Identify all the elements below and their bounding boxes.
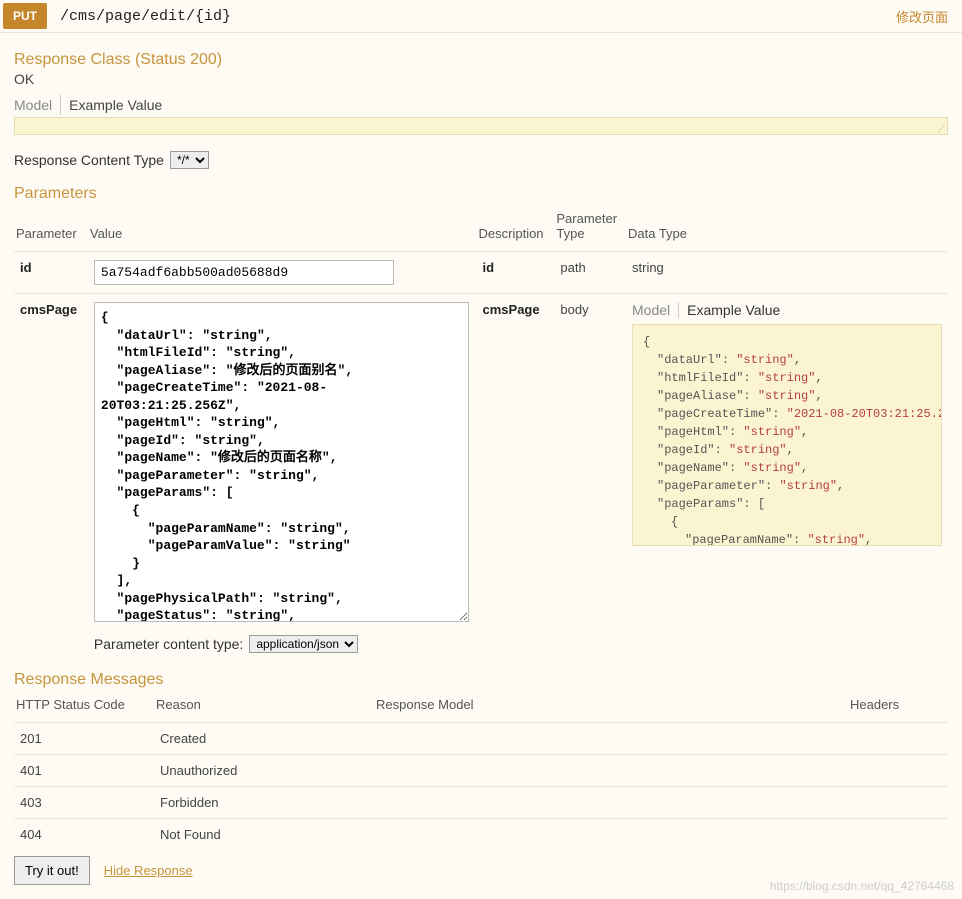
param-description: cmsPage (477, 294, 555, 662)
table-row: 401Unauthorized (14, 755, 948, 787)
response-headers (848, 819, 948, 851)
response-class-tabs: Model Example Value (14, 95, 948, 115)
th-parameter: Parameter (14, 207, 88, 252)
response-model (374, 723, 848, 755)
param-text-input[interactable] (94, 260, 394, 285)
tab-model[interactable]: Model (14, 95, 60, 115)
operation-header[interactable]: PUT /cms/page/edit/{id} 修改页面 (0, 0, 962, 33)
status-code: 403 (14, 787, 154, 819)
endpoint-path: /cms/page/edit/{id} (50, 2, 896, 31)
param-data-type: string (626, 252, 948, 294)
endpoint-summary: 修改页面 (896, 7, 962, 26)
reason: Unauthorized (154, 755, 374, 787)
status-code: 404 (14, 819, 154, 851)
hide-response-link[interactable]: Hide Response (104, 863, 193, 878)
method-badge: PUT (3, 3, 47, 29)
response-content-type-select[interactable]: */* (170, 151, 209, 169)
th-parameter-type: Parameter Type (554, 207, 626, 252)
table-row: cmsPage Parameter content type: applicatio… (14, 294, 948, 662)
th-value: Value (88, 207, 477, 252)
param-value-cell: Parameter content type: application/json (88, 294, 477, 662)
footer-row: Try it out! Hide Response (14, 856, 948, 885)
parameter-content-type-row: Parameter content type: application/json (94, 635, 471, 653)
th-data-type: Data Type (626, 207, 948, 252)
status-code: 201 (14, 723, 154, 755)
response-class-title: Response Class (Status 200) (14, 51, 948, 69)
parameters-table: Parameter Value Description Parameter Ty… (14, 207, 948, 661)
tab-example-value[interactable]: Example Value (60, 95, 170, 115)
response-content-type-row: Response Content Type */* (14, 151, 948, 169)
parameters-heading: Parameters (14, 185, 948, 203)
parameter-content-type-select[interactable]: application/json (249, 635, 358, 653)
response-messages-heading: Response Messages (14, 671, 948, 689)
th-status-code: HTTP Status Code (14, 693, 154, 723)
tab-model[interactable]: Model (632, 302, 678, 318)
response-messages-table: HTTP Status Code Reason Response Model H… (14, 693, 948, 850)
param-type: body (554, 294, 626, 662)
th-response-model: Response Model (374, 693, 848, 723)
table-row: 201Created (14, 723, 948, 755)
response-headers (848, 723, 948, 755)
table-row: ididpathstring (14, 252, 948, 294)
th-headers: Headers (848, 693, 948, 723)
reason: Created (154, 723, 374, 755)
th-description: Description (477, 207, 555, 252)
response-model (374, 819, 848, 851)
param-name: cmsPage (14, 294, 88, 662)
tab-example-value[interactable]: Example Value (678, 302, 788, 318)
param-type: path (554, 252, 626, 294)
try-it-out-button[interactable]: Try it out! (14, 856, 90, 885)
response-example-box[interactable] (14, 117, 948, 135)
table-row: 404Not Found (14, 819, 948, 851)
reason: Forbidden (154, 787, 374, 819)
reason: Not Found (154, 819, 374, 851)
table-row: 403Forbidden (14, 787, 948, 819)
response-headers (848, 787, 948, 819)
datatype-tabs: ModelExample Value (632, 302, 942, 318)
status-code: 401 (14, 755, 154, 787)
param-name: id (14, 252, 88, 294)
response-model (374, 787, 848, 819)
datatype-example-box[interactable]: {"dataUrl": "string","htmlFileId": "stri… (632, 324, 942, 546)
th-reason: Reason (154, 693, 374, 723)
param-description: id (477, 252, 555, 294)
param-value-cell (88, 252, 477, 294)
response-ok: OK (14, 71, 948, 87)
parameter-content-type-label: Parameter content type: (94, 636, 243, 652)
response-model (374, 755, 848, 787)
response-headers (848, 755, 948, 787)
response-content-type-label: Response Content Type (14, 152, 164, 168)
param-body-textarea[interactable] (94, 302, 469, 622)
param-data-type: ModelExample Value {"dataUrl": "string","… (626, 294, 948, 662)
